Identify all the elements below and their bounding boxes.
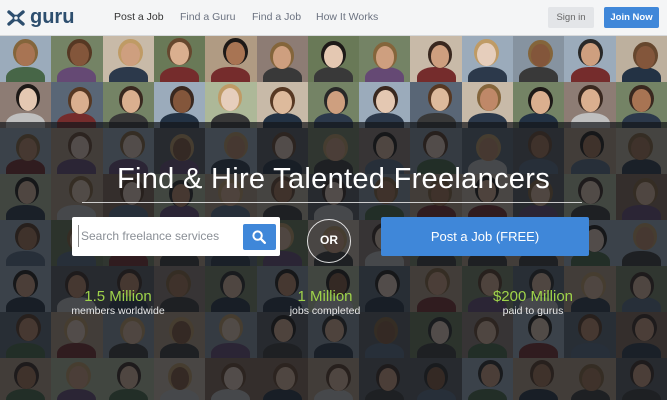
- hero-headline: Find & Hire Talented Freelancers: [117, 163, 550, 195]
- stat-jobs-value: 1 Million: [297, 288, 353, 305]
- search-icon: [252, 230, 266, 244]
- guru-logo-icon: [7, 10, 25, 26]
- logo-text: guru: [30, 6, 75, 28]
- stat-members-label: members worldwide: [71, 305, 165, 317]
- top-nav-bar: guru Post a Job Find a Guru Find a Job H…: [0, 0, 667, 36]
- stat-jobs-label: jobs completed: [289, 305, 361, 317]
- stat-members-value: 1.5 Million: [84, 288, 152, 305]
- mosaic-overlay-top: [0, 36, 667, 122]
- or-divider: OR: [307, 219, 351, 263]
- stat-paid-label: paid to gurus: [502, 305, 564, 317]
- nav-find-a-guru[interactable]: Find a Guru: [180, 11, 235, 23]
- search-input[interactable]: [78, 225, 241, 247]
- nav-post-a-job[interactable]: Post a Job: [114, 11, 164, 23]
- sign-in-button[interactable]: Sign in: [548, 7, 594, 28]
- join-now-button[interactable]: Join Now: [604, 7, 659, 28]
- nav-how-it-works[interactable]: How It Works: [316, 11, 378, 23]
- nav-find-a-job[interactable]: Find a Job: [252, 11, 301, 23]
- headline-divider: [82, 202, 582, 203]
- post-a-job-button[interactable]: Post a Job (FREE): [381, 217, 589, 256]
- stat-paid-value: $200 Million: [492, 288, 574, 305]
- search-button[interactable]: [243, 224, 276, 250]
- hero-section: Find & Hire Talented Freelancers OR Post…: [0, 36, 667, 400]
- search-box: [72, 217, 280, 256]
